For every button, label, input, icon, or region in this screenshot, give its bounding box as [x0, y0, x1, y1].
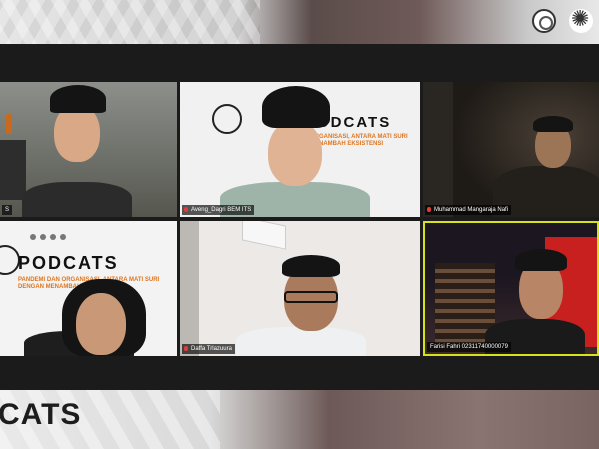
bottom-banner: CATS	[0, 390, 599, 449]
person-hair	[533, 116, 573, 132]
podcast-mic-icon	[0, 245, 20, 275]
muted-mic-icon	[184, 207, 188, 212]
video-tile-6-active-speaker[interactable]: Farisi Fahri 02311740000079	[423, 221, 599, 356]
person-body	[22, 182, 132, 217]
video-tile-4[interactable]: PODCATS PANDEMI DAN ORGANISASI, ANTARA M…	[0, 221, 177, 356]
podcast-mic-icon	[212, 104, 242, 134]
slide-title: PODCATS	[18, 253, 119, 273]
person-hair	[262, 86, 330, 128]
bottle	[6, 114, 12, 134]
shelf	[0, 140, 26, 200]
glasses	[284, 291, 338, 303]
participant-name-tag: Muhammad Mangaraja Nafi	[425, 205, 512, 215]
sponsor-logos	[30, 227, 70, 245]
participant-name-tag: S	[2, 205, 13, 215]
person-body	[236, 327, 366, 356]
black-cap	[50, 85, 106, 113]
university-seal-logo	[532, 9, 556, 33]
hex-pattern	[0, 0, 260, 44]
video-tile-2[interactable]: PODCATS ORGANISASI, ANTARA MATI SURI MEN…	[180, 82, 420, 217]
video-tile-5[interactable]: Daffa Trlazuura	[180, 221, 420, 356]
slide-subtitle: ORGANISASI, ANTARA MATI SURI MENAMBAH EK…	[310, 134, 408, 147]
person-face	[268, 120, 322, 186]
banner-title: CATS	[0, 398, 82, 431]
participant-name-tag: Aveng_Dagri BEM ITS	[182, 205, 255, 215]
organization-logo	[569, 7, 593, 33]
participant-name-tag: Farisi Fahri 02311740000079	[427, 342, 511, 352]
person-face	[76, 293, 126, 355]
person-hair	[515, 249, 567, 271]
participant-name-tag: Daffa Trlazuura	[182, 344, 235, 354]
muted-mic-icon	[427, 207, 431, 212]
muted-mic-icon	[184, 346, 188, 351]
video-tile-1[interactable]: S	[0, 82, 177, 217]
person-hair	[282, 255, 340, 277]
video-tile-3[interactable]: Muhammad Mangaraja Nafi	[423, 82, 599, 217]
top-banner	[0, 0, 599, 44]
